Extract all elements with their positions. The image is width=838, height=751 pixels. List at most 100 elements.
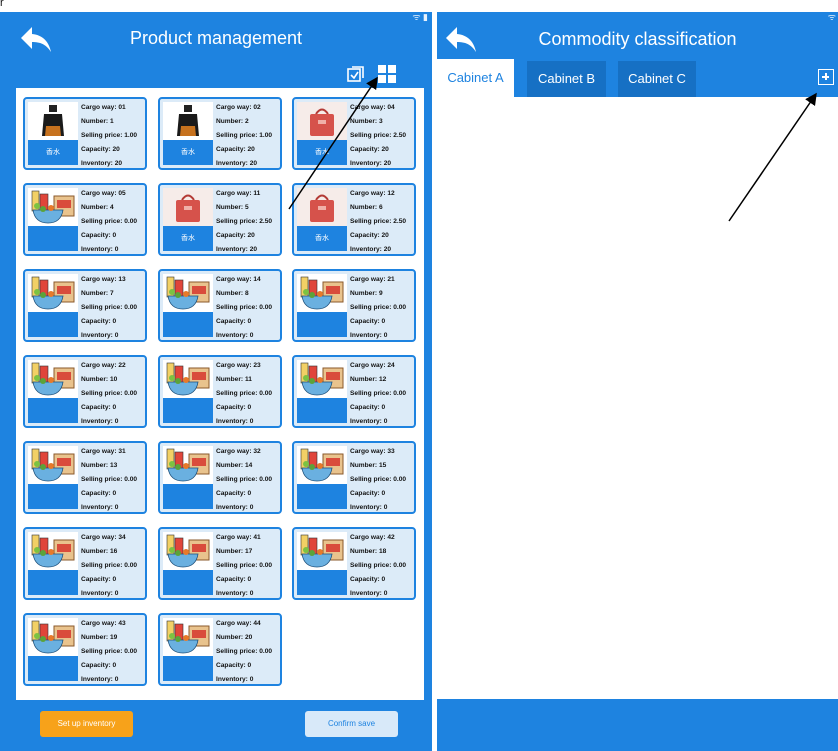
product-name-bar: 香水 (297, 140, 347, 165)
product-card[interactable]: 香水 Cargo way: 04 Number: 3 Selling price: 2… (292, 97, 416, 170)
product-card[interactable]: Cargo way: 23 Number: 11 Selling price: 0.… (158, 355, 282, 428)
tab-cabinet-a[interactable]: Cabinet A (437, 59, 514, 97)
product-cargo: Cargo way: 01 (81, 104, 126, 111)
product-card[interactable]: Cargo way: 41 Number: 17 Selling price: 0.… (158, 527, 282, 600)
product-cargo: Cargo way: 22 (81, 362, 126, 369)
product-card[interactable]: Cargo way: 24 Number: 12 Selling price: 0.… (292, 355, 416, 428)
product-card[interactable]: Cargo way: 42 Number: 18 Selling price: 0.… (292, 527, 416, 600)
product-price: Selling price: 2.50 (216, 218, 273, 225)
product-price: Selling price: 1.00 (81, 132, 138, 139)
product-inventory: Inventory: 0 (81, 246, 119, 253)
product-inventory: Inventory: 0 (216, 504, 254, 511)
product-inventory: Inventory: 0 (216, 332, 254, 339)
page-title: Product management (129, 28, 303, 48)
product-capacity: Capacity: 20 (216, 146, 255, 153)
product-name-bar (28, 398, 78, 423)
grid-view-icon[interactable] (377, 64, 397, 84)
product-capacity: Capacity: 0 (81, 404, 117, 411)
commodity-classification-panel: ᯤ Commodity classification Cabinet A Cab… (437, 12, 838, 751)
product-number: Number: 2 (216, 118, 249, 125)
groceries-image (28, 446, 78, 484)
product-capacity: Capacity: 0 (350, 490, 386, 497)
product-inventory: Inventory: 0 (81, 676, 119, 683)
product-number: Number: 5 (216, 204, 249, 211)
checklist-icon[interactable] (346, 64, 366, 84)
product-number: Number: 3 (350, 118, 383, 125)
product-name-bar (163, 570, 213, 595)
product-price: Selling price: 0.00 (350, 390, 407, 397)
product-price: Selling price: 0.00 (81, 304, 138, 311)
product-capacity: Capacity: 20 (350, 232, 389, 239)
product-price: Selling price: 0.00 (216, 304, 273, 311)
product-number: Number: 20 (216, 634, 253, 641)
product-number: Number: 4 (81, 204, 114, 211)
product-card[interactable]: Cargo way: 05 Number: 4 Selling price: 0.0… (23, 183, 147, 256)
product-name-bar (297, 484, 347, 509)
product-inventory: Inventory: 20 (216, 246, 258, 253)
product-cargo: Cargo way: 24 (350, 362, 395, 369)
product-card[interactable]: 香水 Cargo way: 01 Number: 1 Selling price: 1… (23, 97, 147, 170)
product-card[interactable]: 香水 Cargo way: 02 Number: 2 Selling price: 1… (158, 97, 282, 170)
product-name-bar (28, 312, 78, 337)
top-strip-text: r (0, 0, 4, 9)
page-title: Commodity classification (538, 29, 737, 49)
set-up-inventory-button[interactable]: Set up inventory (40, 711, 133, 737)
product-price: Selling price: 0.00 (216, 390, 273, 397)
tab-cabinet-c[interactable]: Cabinet C (618, 61, 696, 97)
product-card[interactable]: Cargo way: 44 Number: 20 Selling price: 0.… (158, 613, 282, 686)
product-name-bar: 香水 (28, 140, 78, 165)
product-card[interactable]: Cargo way: 13 Number: 7 Selling price: 0.0… (23, 269, 147, 342)
red-bag-image (297, 102, 347, 140)
product-inventory: Inventory: 0 (216, 676, 254, 683)
product-card[interactable]: Cargo way: 31 Number: 13 Selling price: 0.… (23, 441, 147, 514)
product-card[interactable]: Cargo way: 22 Number: 10 Selling price: 0.… (23, 355, 147, 428)
add-category-icon[interactable] (818, 69, 834, 85)
product-inventory: Inventory: 0 (81, 332, 119, 339)
product-card[interactable]: 香水 Cargo way: 12 Number: 6 Selling price: 2… (292, 183, 416, 256)
product-card[interactable]: Cargo way: 21 Number: 9 Selling price: 0.0… (292, 269, 416, 342)
product-grid: 香水 Cargo way: 01 Number: 1 Selling price: 1… (16, 88, 424, 700)
groceries-image (163, 618, 213, 656)
product-inventory: Inventory: 20 (81, 160, 123, 167)
product-price: Selling price: 0.00 (81, 476, 138, 483)
product-card[interactable]: 香水 Cargo way: 11 Number: 5 Selling price: 2… (158, 183, 282, 256)
product-inventory: Inventory: 0 (350, 332, 388, 339)
product-info: Cargo way: 12 Number: 6 Selling price: 2.5… (350, 187, 406, 257)
product-price: Selling price: 0.00 (350, 304, 407, 311)
product-card[interactable]: Cargo way: 33 Number: 15 Selling price: 0.… (292, 441, 416, 514)
product-cargo: Cargo way: 14 (216, 276, 261, 283)
product-capacity: Capacity: 0 (81, 232, 117, 239)
product-card[interactable]: Cargo way: 14 Number: 8 Selling price: 0.0… (158, 269, 282, 342)
groceries-image (297, 360, 347, 398)
groceries-image (163, 274, 213, 312)
product-capacity: Capacity: 20 (216, 232, 255, 239)
product-price: Selling price: 2.50 (350, 132, 407, 139)
product-info: Cargo way: 13 Number: 7 Selling price: 0.0… (81, 273, 137, 343)
product-capacity: Capacity: 0 (350, 404, 386, 411)
product-number: Number: 13 (81, 462, 118, 469)
product-management-panel: ᯤ ▮ Product management 香水 Cargo way: 01 Nu… (0, 12, 432, 751)
product-cargo: Cargo way: 31 (81, 448, 126, 455)
tab-cabinet-b[interactable]: Cabinet B (527, 61, 606, 97)
product-info: Cargo way: 34 Number: 16 Selling price: 0.… (81, 531, 137, 601)
product-inventory: Inventory: 0 (216, 418, 254, 425)
groceries-image (28, 618, 78, 656)
product-number: Number: 19 (81, 634, 118, 641)
product-cargo: Cargo way: 05 (81, 190, 126, 197)
product-card[interactable]: Cargo way: 34 Number: 16 Selling price: 0.… (23, 527, 147, 600)
product-number: Number: 15 (350, 462, 387, 469)
product-cargo: Cargo way: 34 (81, 534, 126, 541)
product-cargo: Cargo way: 32 (216, 448, 261, 455)
product-card[interactable]: Cargo way: 43 Number: 19 Selling price: 0.… (23, 613, 147, 686)
product-name-bar (28, 656, 78, 681)
perfume-bottle-image (163, 102, 213, 140)
product-card[interactable]: Cargo way: 32 Number: 14 Selling price: 0.… (158, 441, 282, 514)
product-capacity: Capacity: 0 (216, 490, 252, 497)
product-capacity: Capacity: 0 (350, 318, 386, 325)
product-info: Cargo way: 22 Number: 10 Selling price: 0.… (81, 359, 137, 429)
confirm-save-button[interactable]: Confirm save (305, 711, 398, 737)
product-info: Cargo way: 04 Number: 3 Selling price: 2.5… (350, 101, 406, 171)
groceries-image (28, 274, 78, 312)
product-number: Number: 7 (81, 290, 114, 297)
product-capacity: Capacity: 0 (216, 318, 252, 325)
